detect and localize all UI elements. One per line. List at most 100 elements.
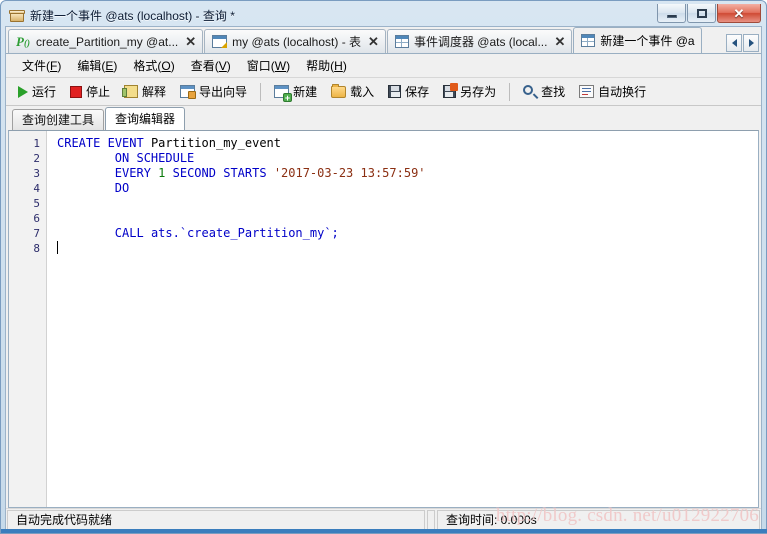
code-token: CALL [114, 226, 144, 240]
minimize-icon [666, 14, 677, 18]
menu-bar: 文件(F) 编辑(E) 格式(O) 查看(V) 窗口(W) 帮助(H) [6, 54, 761, 78]
menu-label: 格式 [133, 59, 158, 73]
run-button[interactable]: 运行 [12, 80, 62, 103]
document-tab-label: my @ats (localhost) - 表 [232, 35, 362, 49]
text-caret [57, 241, 58, 254]
minimize-button[interactable] [657, 4, 686, 23]
code-token: Partition_my_event [150, 136, 281, 150]
menu-accel: H [334, 59, 343, 73]
event-window-icon [9, 8, 25, 24]
title-bar: 新建一个事件 @ats (localhost) - 查询 * ✕ [5, 4, 762, 26]
menu-item-view[interactable]: 查看(V) [183, 54, 239, 77]
line-number: 1 [33, 137, 40, 150]
stop-button[interactable]: 停止 [64, 80, 116, 103]
menu-item-file[interactable]: 文件(F) [14, 54, 69, 77]
line-number: 7 [33, 227, 40, 240]
line-number: 4 [33, 182, 40, 195]
tab-close-icon[interactable]: ✕ [368, 35, 379, 48]
document-tab-event-scheduler[interactable]: 事件调度器 @ats (local... ✕ [386, 29, 573, 53]
close-button[interactable]: ✕ [717, 4, 761, 23]
menu-accel: E [105, 59, 114, 73]
menu-item-window[interactable]: 窗口(W) [239, 54, 298, 77]
code-token: '2017-03-23 13:57:59' [273, 166, 426, 180]
code-line: CREATE EVENT Partition_my_event [57, 136, 758, 151]
stop-icon [70, 85, 83, 98]
window-controls: ✕ [656, 4, 761, 23]
folder-open-icon [331, 83, 347, 98]
code-line: DO [57, 181, 758, 196]
menu-label: 窗口 [246, 59, 271, 73]
code-token: STARTS [223, 166, 267, 180]
tab-query-editor[interactable]: 查询编辑器 [105, 107, 186, 130]
export-wizard-button[interactable]: 导出向导 [174, 80, 253, 103]
menu-item-format[interactable]: 格式(O) [125, 54, 182, 77]
save-button[interactable]: 保存 [382, 80, 435, 103]
desktop-strip [1, 529, 767, 533]
stop-button-label: 停止 [86, 85, 111, 99]
find-button[interactable]: 查找 [517, 80, 571, 103]
document-tab-new-event[interactable]: 新建一个事件 @a [573, 27, 702, 53]
new-button[interactable]: 新建 [268, 80, 323, 103]
new-query-icon [274, 85, 293, 102]
save-icon [388, 85, 402, 98]
tab-scroll-prev-button[interactable] [726, 34, 742, 52]
document-tab-my-table[interactable]: my @ats (localhost) - 表 ✕ [204, 29, 386, 53]
save-as-button-label: 另存为 [460, 85, 497, 99]
grid-icon [394, 35, 409, 48]
tab-close-icon[interactable]: ✕ [185, 35, 196, 48]
explain-button[interactable]: 解释 [118, 80, 172, 103]
toolbar-separator [260, 82, 262, 101]
procedure-icon: P() [16, 33, 30, 49]
sql-code-content[interactable]: CREATE EVENT Partition_my_event ON SCHED… [47, 131, 758, 507]
tab-scroll-next-button[interactable] [743, 34, 759, 52]
status-bar: 自动完成代码就绪 查询时间: 0.000s http://blog. csdn.… [6, 505, 761, 530]
menu-item-help[interactable]: 帮助(H) [298, 54, 355, 77]
menu-item-edit[interactable]: 编辑(E) [69, 54, 125, 77]
code-line [57, 241, 758, 256]
line-number: 6 [33, 212, 40, 225]
table-edit-icon [212, 35, 228, 48]
word-wrap-icon [579, 85, 595, 98]
menu-label: 文件 [22, 59, 47, 73]
status-message: 自动完成代码就绪 [7, 509, 425, 530]
chevron-left-icon [731, 39, 737, 47]
line-number: 2 [33, 152, 40, 165]
maximize-icon [696, 8, 707, 18]
application-window: 新建一个事件 @ats (localhost) - 查询 * ✕ P() cre… [0, 0, 767, 534]
tab-close-icon[interactable]: ✕ [554, 35, 565, 48]
load-button[interactable]: 载入 [325, 80, 380, 103]
menu-label: 帮助 [306, 59, 331, 73]
code-token: CREATE [57, 136, 101, 150]
code-token: EVENT [107, 136, 144, 150]
grid-icon [581, 34, 596, 47]
code-token: EVERY [114, 166, 151, 180]
export-wizard-button-label: 导出向导 [199, 85, 248, 99]
code-line: CALL ats.`create_Partition_my`; [57, 226, 758, 241]
window-title: 新建一个事件 @ats (localhost) - 查询 * [30, 9, 235, 23]
maximize-button[interactable] [687, 4, 716, 23]
document-tab-create-partition-my[interactable]: P() create_Partition_my @at... ✕ [8, 29, 204, 53]
word-wrap-button[interactable]: 自动换行 [573, 80, 652, 103]
sql-editor[interactable]: 1 2 3 4 5 6 7 8 CREATE EVENT Partition_m… [8, 130, 759, 508]
line-number: 8 [33, 242, 40, 255]
toolbar: 运行 停止 解释 导出向导 新建 载入 [6, 78, 761, 106]
document-tab-label: 新建一个事件 @a [600, 34, 695, 48]
client-area: P() create_Partition_my @at... ✕ my @ats… [5, 26, 762, 530]
tab-query-builder[interactable]: 查询创建工具 [12, 109, 105, 130]
explain-icon [122, 85, 139, 98]
query-tab-bar: 查询创建工具 查询编辑器 [6, 106, 761, 130]
document-tab-label: create_Partition_my @at... [36, 34, 179, 49]
code-token: ats.`create_Partition_my`; [150, 226, 339, 240]
save-as-icon [443, 83, 459, 98]
document-tab-label: 事件调度器 @ats (local... [413, 35, 548, 49]
save-as-button[interactable]: 另存为 [437, 80, 502, 103]
line-number: 3 [33, 167, 40, 180]
code-token: SECOND [172, 166, 216, 180]
code-line: EVERY 1 SECOND STARTS '2017-03-23 13:57:… [57, 166, 758, 181]
